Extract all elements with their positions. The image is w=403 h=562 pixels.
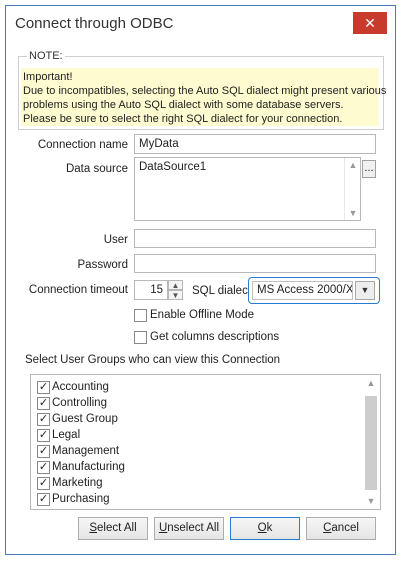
unselect-all-label: nselect All (167, 522, 220, 534)
note-line: Due to incompatibles, selecting the Auto… (23, 85, 387, 97)
select-all-button[interactable]: Select All (78, 517, 148, 540)
enable-offline-label: Enable Offline Mode (150, 309, 254, 321)
ok-button[interactable]: Ok (230, 517, 300, 540)
group-label: Controlling (52, 397, 107, 409)
group-label: Accounting (52, 381, 109, 393)
user-input[interactable] (134, 229, 376, 248)
scrollbar-thumb[interactable] (365, 396, 377, 490)
get-columns-checkbox[interactable] (134, 331, 147, 344)
group-label: Manufacturing (52, 461, 125, 473)
note-line: problems using the Auto SQL dialect with… (23, 99, 344, 111)
data-source-browse-button[interactable]: ... (362, 160, 376, 178)
data-source-input[interactable]: DataSource1 ▲ ▼ (134, 157, 361, 221)
note-line: Please be sure to select the right SQL d… (23, 113, 343, 125)
select-all-label: elect All (97, 522, 137, 534)
user-label: User (103, 234, 128, 246)
chevron-down-icon[interactable]: ▼ (355, 281, 375, 300)
unselect-all-button[interactable]: Unselect All (154, 517, 224, 540)
select-all-accel: S (89, 522, 98, 534)
cancel-button[interactable]: Cancel (306, 517, 376, 540)
title-bar: Connect through ODBC ✕ (6, 6, 395, 42)
timeout-up-button[interactable]: ▲ (168, 280, 183, 290)
group-label: Legal (52, 429, 81, 441)
odbc-dialog: Connect through ODBC ✕ NOTE: Important! … (5, 5, 396, 555)
group-label: Guest Group (52, 413, 118, 425)
user-groups-label: Select User Groups who can view this Con… (25, 354, 281, 366)
get-columns-label: Get columns descriptions (150, 331, 280, 343)
chevron-up-icon[interactable]: ▲ (363, 378, 379, 388)
note-line: Important! (23, 71, 73, 83)
user-groups-scrollbar[interactable]: ▲ ▼ (363, 376, 379, 508)
group-checkbox[interactable]: ✓ (37, 429, 50, 442)
group-checkbox[interactable]: ✓ (37, 397, 50, 410)
timeout-label: Connection timeout (28, 284, 128, 296)
group-checkbox[interactable]: ✓ (37, 461, 50, 474)
user-groups-list[interactable]: ✓ Accounting ✓ Controlling ✓ Guest Group… (30, 374, 381, 510)
group-label: Purchasing (52, 493, 110, 505)
group-checkbox[interactable]: ✓ (37, 477, 50, 490)
password-input[interactable] (134, 254, 376, 273)
chevron-down-icon[interactable]: ▼ (345, 208, 361, 218)
cancel-label: ancel (331, 522, 359, 534)
enable-offline-checkbox[interactable] (134, 309, 147, 322)
group-label: Marketing (52, 477, 103, 489)
timeout-down-button[interactable]: ▼ (168, 290, 183, 300)
group-checkbox[interactable]: ✓ (37, 381, 50, 394)
password-label: Password (77, 259, 129, 271)
group-checkbox[interactable]: ✓ (37, 493, 50, 506)
close-icon: ✕ (364, 15, 376, 31)
close-button[interactable]: ✕ (353, 12, 387, 34)
note-text: Important! Due to incompatibles, selecti… (21, 68, 387, 126)
note-legend: NOTE: (27, 50, 65, 62)
sql-dialect-label: SQL dialect (192, 285, 252, 297)
connection-name-input[interactable]: MyData (134, 134, 376, 154)
connection-name-label: Connection name (37, 139, 128, 151)
data-source-label: Data source (65, 163, 128, 175)
note-panel: NOTE: Important! Due to incompatibles, s… (18, 50, 387, 130)
ok-accel: O (257, 522, 267, 534)
ok-label: k (266, 522, 273, 534)
data-source-scrollbar[interactable]: ▲ ▼ (344, 158, 360, 220)
data-source-value: DataSource1 (139, 161, 207, 173)
group-label: Management (52, 445, 120, 457)
chevron-down-icon[interactable]: ▼ (363, 496, 379, 506)
window-title: Connect through ODBC (15, 15, 174, 32)
timeout-input[interactable]: 15 (134, 280, 168, 300)
sql-dialect-value: MS Access 2000/X... (252, 281, 353, 300)
sql-dialect-select[interactable]: MS Access 2000/X... ▼ (248, 277, 380, 304)
group-checkbox[interactable]: ✓ (37, 413, 50, 426)
chevron-up-icon[interactable]: ▲ (345, 160, 361, 170)
group-checkbox[interactable]: ✓ (37, 445, 50, 458)
